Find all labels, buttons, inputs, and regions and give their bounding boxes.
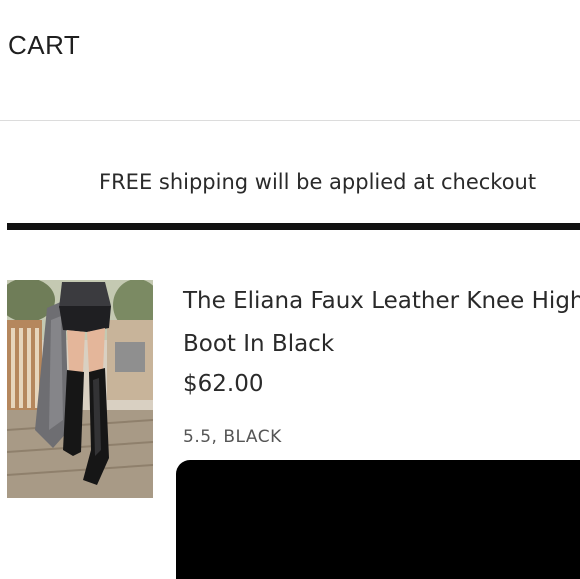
free-shipping-message: FREE shipping will be applied at checkou…: [99, 170, 537, 194]
product-variant: 5.5, BLACK: [183, 427, 282, 447]
shipping-progress-bar: [7, 223, 580, 230]
product-image[interactable]: [7, 280, 153, 498]
product-name[interactable]: The Eliana Faux Leather Knee High Boot I…: [183, 280, 580, 366]
boot-photo-icon: [7, 280, 153, 498]
header-divider: [0, 120, 580, 121]
quantity-selector[interactable]: [176, 460, 580, 579]
cart-title: CART: [8, 30, 81, 60]
cart-page: CART FREE shipping will be applied at ch…: [0, 0, 580, 579]
product-price: $62.00: [183, 371, 264, 397]
